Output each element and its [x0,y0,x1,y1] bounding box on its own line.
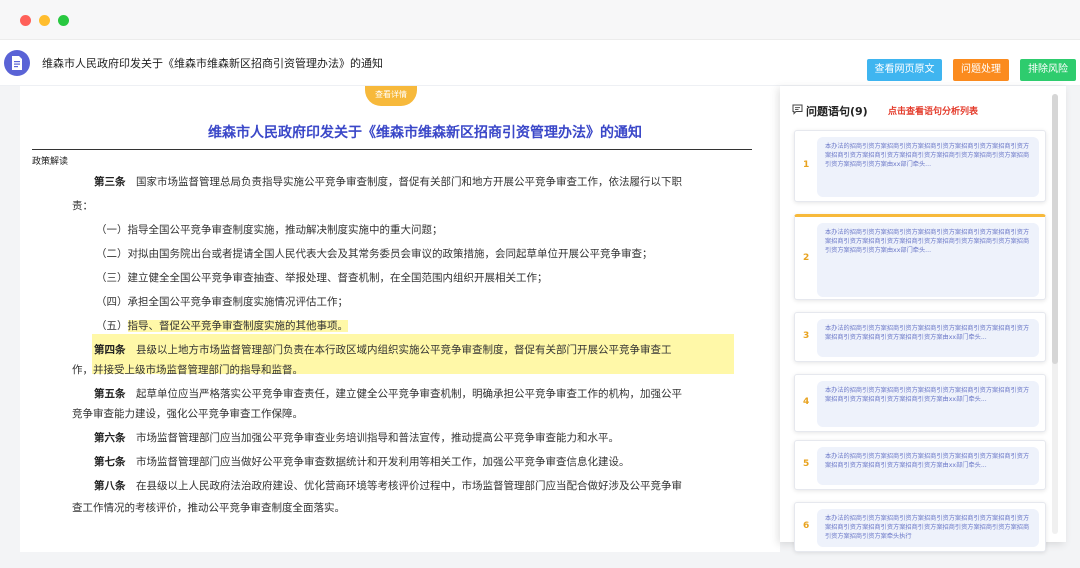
close-window-button[interactable] [20,15,31,26]
issue-card[interactable]: 1 本办法的招商引资方案招商引资方案招商引资方案招商引资方案招商引资方案招商引资方… [794,130,1046,202]
document-line: 第八条 在县级以上人民政府法治政府建设、优化营商环境等考核评价过程中，市场监督管… [94,478,682,493]
article-number: 第八条 [94,480,126,492]
line-text: （二）对拟由国务院出台或者提请全国人民代表大会及其常务委员会审议的政策措施，会同… [96,248,653,260]
document-line: 第五条 起草单位应当严格落实公平竞争审查责任，建立健全公平竞争审查机制，明确承担… [94,386,682,401]
issues-panel: 问题语句(9) 点击查看语句分析列表 1 本办法的招商引资方案招商引资方案招商引资… [780,86,1066,552]
document-line: （一）指导全国公平竞争审查制度实施，推动解决制度实施中的重大问题； [96,222,443,237]
issue-card[interactable]: 2 本办法的招商引资方案招商引资方案招商引资方案招商引资方案招商引资方案招商引资方… [794,214,1046,300]
document-line: （二）对拟由国务院出台或者提请全国人民代表大会及其常务委员会审议的政策措施，会同… [96,246,653,261]
line-text: 作，并接受上级市场监督管理部门的指导和监督。 [72,364,303,376]
document-pane: 查看详情 维森市人民政府印发关于《维森市维森新区招商引资管理办法》的通知 政策解… [20,86,780,552]
highlighted-text[interactable]: 指导、督促公平竞争审查制度实施的其他事项。 [127,320,348,332]
issue-card-number: 4 [803,397,810,407]
document-line: 责： [72,198,93,213]
document-line: 竞争审查能力建设，强化公平竞争审查工作保障。 [72,406,303,421]
line-text: 责： [72,200,93,212]
issue-card[interactable]: 4 本办法的招商引资方案招商引资方案招商引资方案招商引资方案招商引资方案招商引资方… [794,374,1046,432]
issue-handling-button[interactable]: 问题处理 [953,59,1009,81]
line-prefix: （五） [96,320,128,332]
app-window: 维森市人民政府印发关于《维森市维森新区招商引资管理办法》的通知 查看网页原文 问… [0,0,1080,568]
article-number: 第五条 [94,388,126,400]
scrollbar-thumb[interactable] [1052,94,1058,364]
line-text: 竞争审查能力建设，强化公平竞争审查工作保障。 [72,408,303,420]
document-line: （四）承担全国公平竞争审查制度实施情况评估工作； [96,294,348,309]
document-line: 第六条 市场监督管理部门应当加强公平竞争审查业务培训指导和普法宣传，推动提高公平… [94,430,619,445]
line-text: （一）指导全国公平竞争审查制度实施，推动解决制度实施中的重大问题； [96,224,443,236]
panel-scrollbar[interactable] [1052,94,1058,534]
issue-card-text: 本办法的招商引资方案招商引资方案招商引资方案招商引资方案招商引资方案招商引资方案… [817,319,1039,357]
document-line: 第四条 县级以上地方市场监督管理部门负责在本行政区域内组织实施公平竞争审查制度，… [94,342,672,357]
issue-card-number: 5 [803,459,810,469]
issue-card-number: 3 [803,331,810,341]
clear-risk-button[interactable]: 排除风险 [1020,59,1076,81]
line-text: 起草单位应当严格落实公平竞争审查责任，建立健全公平竞争审查机制，明确承担公平竞争… [125,388,682,400]
document-line: （五）指导、督促公平竞争审查制度实施的其他事项。 [96,318,348,333]
line-text: 市场监督管理部门应当做好公平竞争审查数据统计和开发利用等相关工作，加强公平竞争审… [125,456,630,468]
minimize-window-button[interactable] [39,15,50,26]
window-titlebar [0,0,1080,40]
line-text: 市场监督管理部门应当加强公平竞争审查业务培训指导和普法宣传，推动提高公平竞争审查… [125,432,619,444]
issue-card-text: 本办法的招商引资方案招商引资方案招商引资方案招商引资方案招商引资方案招商引资方案… [817,447,1039,485]
issue-card[interactable]: 3 本办法的招商引资方案招商引资方案招商引资方案招商引资方案招商引资方案招商引资方… [794,312,1046,362]
view-details-tab[interactable]: 查看详情 [365,86,417,106]
line-text: （四）承担全国公平竞争审查制度实施情况评估工作； [96,296,348,308]
article-number: 第三条 [94,176,126,188]
analysis-list-link[interactable]: 点击查看语句分析列表 [888,104,978,117]
maximize-window-button[interactable] [58,15,69,26]
issue-card-number: 6 [803,521,810,531]
article-number: 第七条 [94,456,126,468]
section-label: 政策解读 [32,157,69,167]
issue-card[interactable]: 6 本办法的招商引资方案招商引资方案招商引资方案招商引资方案招商引资方案招商引资方… [794,502,1046,552]
issue-card[interactable]: 5 本办法的招商引资方案招商引资方案招商引资方案招商引资方案招商引资方案招商引资方… [794,440,1046,490]
document-line: （三）建立健全全国公平竞争审查抽查、举报处理、督查机制，在全国范围内组织开展相关… [96,270,548,285]
issue-card-number: 2 [803,253,810,263]
line-text: 查工作情况的考核评价，推动公平竞争审查制度全面落实。 [72,502,345,514]
line-text: 县级以上地方市场监督管理部门负责在本行政区域内组织实施公平竞争审查制度，督促有关… [125,344,672,356]
document-line: 第三条 国家市场监督管理总局负责指导实施公平竞争审查制度，督促有关部门和地方开展… [94,174,682,189]
document-line: 查工作情况的考核评价，推动公平竞争审查制度全面落实。 [72,500,345,515]
document-title: 维森市人民政府印发关于《维森市维森新区招商引资管理办法》的通知 [208,125,642,141]
line-text: （三）建立健全全国公平竞争审查抽查、举报处理、督查机制，在全国范围内组织开展相关… [96,272,548,284]
document-line: 第七条 市场监督管理部门应当做好公平竞争审查数据统计和开发利用等相关工作，加强公… [94,454,630,469]
issue-card-text: 本办法的招商引资方案招商引资方案招商引资方案招商引资方案招商引资方案招商引资方案… [817,223,1039,297]
comment-icon [792,104,803,115]
issue-card-text: 本办法的招商引资方案招商引资方案招商引资方案招商引资方案招商引资方案招商引资方案… [817,137,1039,197]
document-line: 作，并接受上级市场监督管理部门的指导和监督。 [72,362,303,377]
title-divider [32,149,752,150]
issue-card-text: 本办法的招商引资方案招商引资方案招商引资方案招商引资方案招商引资方案招商引资方案… [817,381,1039,427]
line-text: 在县级以上人民政府法治政府建设、优化营商环境等考核评价过程中，市场监督管理部门应… [125,480,682,492]
line-text: 国家市场监督管理总局负责指导实施公平竞争审查制度，督促有关部门和地方开展公平竞争… [125,176,682,188]
issue-card-number: 1 [803,160,810,170]
article-number: 第六条 [94,432,126,444]
article-number: 第四条 [94,344,126,356]
view-original-button[interactable]: 查看网页原文 [867,59,942,81]
issue-card-text: 本办法的招商引资方案招商引资方案招商引资方案招商引资方案招商引资方案招商引资方案… [817,509,1039,547]
document-icon [4,50,30,76]
page-title: 维森市人民政府印发关于《维森市维森新区招商引资管理办法》的通知 [42,57,383,70]
panel-title: 问题语句(9) [806,105,868,118]
